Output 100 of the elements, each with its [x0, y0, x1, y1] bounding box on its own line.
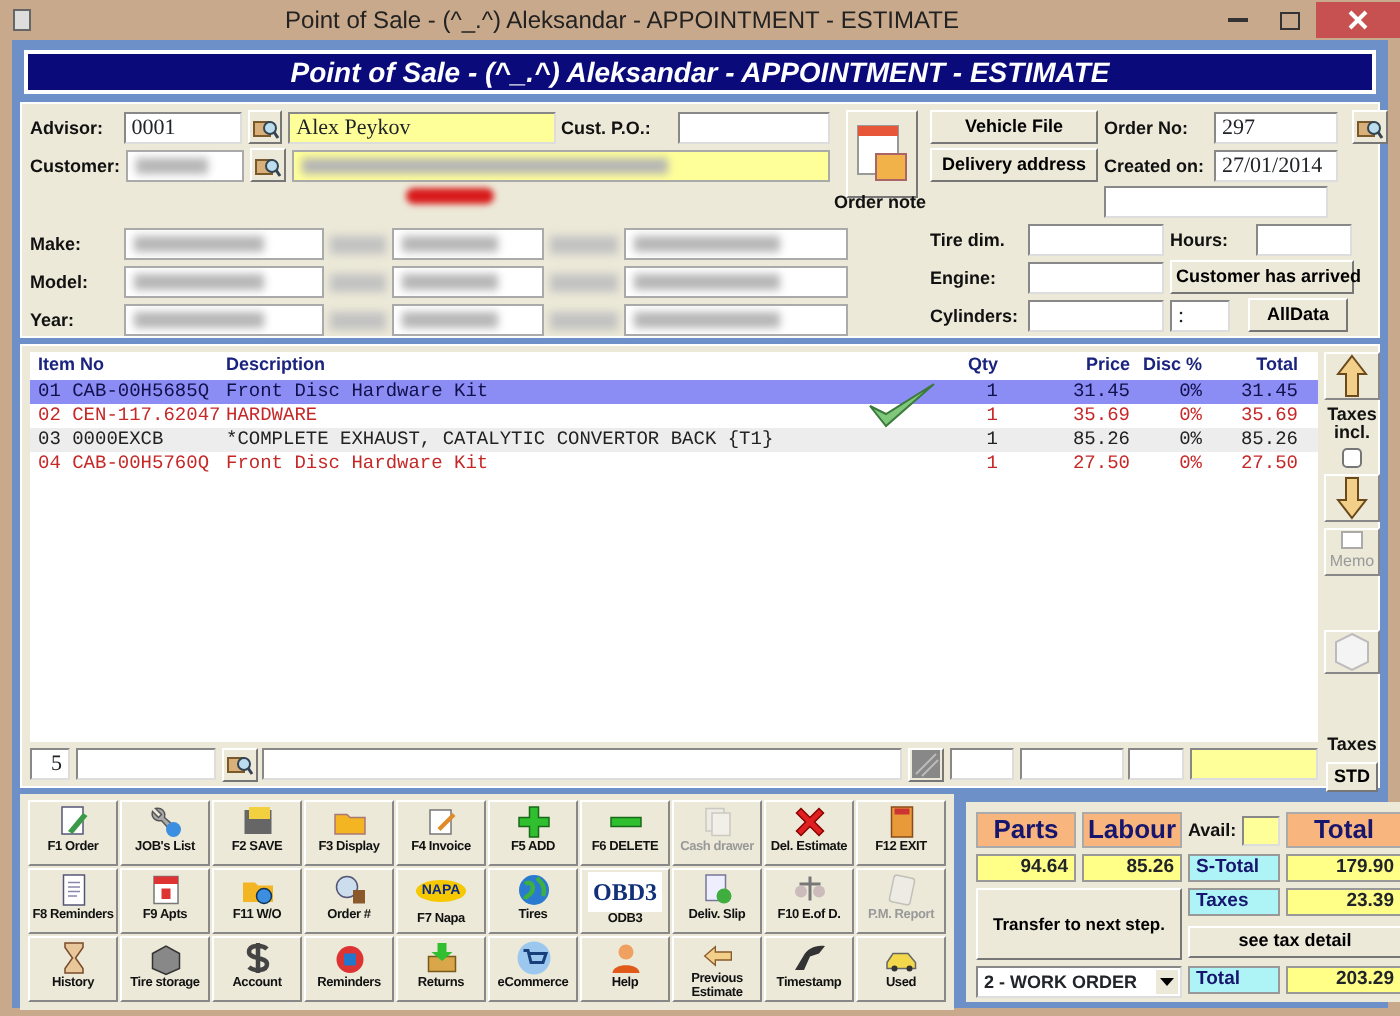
field-label: Tire dim.: [930, 228, 1007, 252]
blurred-field[interactable]: [291, 149, 831, 181]
vehicle-file-button[interactable]: Vehicle File: [930, 110, 1098, 144]
field-label: Cylinders:: [930, 303, 1021, 327]
input-field[interactable]: [949, 748, 1014, 780]
texture-button[interactable]: [908, 747, 944, 781]
lookup-button[interactable]: [221, 747, 257, 781]
advisor-code-field[interactable]: 0001: [123, 111, 242, 143]
order-note-field[interactable]: [1104, 186, 1328, 218]
parts-header: Parts: [976, 812, 1076, 848]
box-arrow-icon: [423, 940, 459, 976]
down-arrow-button[interactable]: [1324, 474, 1380, 522]
column-header: Item No: [36, 352, 107, 379]
column-header: Price: [1083, 352, 1130, 379]
document-pencil-icon: [423, 804, 459, 840]
table-row[interactable]: 03 0000EXCB *COMPLETE EXHAUST, CATALYTIC CONVERTOR BACK {T1} 1 85.26 0% 85.26: [30, 428, 1318, 452]
table-cell-text: 02 CEN-117.62047: [36, 401, 223, 430]
advisor-name-field[interactable]: Alex Peykov: [288, 111, 556, 143]
std-button[interactable]: STD: [1326, 762, 1378, 792]
plus-icon: [515, 804, 551, 840]
field-label: Advisor:: [30, 115, 106, 139]
table-cell-text: 27.50: [1070, 449, 1130, 478]
field-label: Model:: [30, 270, 90, 294]
taxes-incl-label: Taxes incl.: [1325, 406, 1379, 442]
total-header: Total: [1286, 812, 1400, 848]
field-label: Make:: [30, 232, 84, 256]
blurred-field[interactable]: [124, 228, 324, 260]
field-label: Cust. P.O.:: [561, 115, 653, 139]
table-row[interactable]: 01 CAB-00H5685Q Front Disc Hardware Kit 1 31.45 0% 31.45: [30, 380, 1318, 404]
lookup-button[interactable]: [250, 148, 286, 182]
table-cell-text: 35.69: [1070, 401, 1130, 430]
input-field[interactable]: [262, 748, 903, 780]
created-date-field[interactable]: 27/01/2014: [1214, 149, 1338, 181]
total-entry-field[interactable]: [1190, 748, 1318, 780]
table-cell-text: Front Disc Hardware Kit: [226, 449, 491, 478]
window-title: Point of Sale - (^_.^) Aleksandar - APPOINTMENT - ESTIMATE: [283, 4, 961, 38]
table-cell-text: 01 CAB-00H5685Q: [36, 377, 212, 406]
table-cell-text: 31.45: [1070, 377, 1130, 406]
close-button[interactable]: [1316, 2, 1400, 38]
blurred-field[interactable]: [624, 228, 848, 260]
hexagon-button[interactable]: [1324, 630, 1380, 674]
left-arrow-icon: [699, 940, 735, 972]
time-field[interactable]: :: [1170, 299, 1230, 331]
field-label: Order No:: [1104, 115, 1191, 139]
table-cell-text: 1: [984, 401, 998, 430]
delivery-address-button[interactable]: Delivery address: [930, 148, 1098, 182]
table-cell-text: 1: [984, 449, 998, 478]
blurred-field[interactable]: [392, 228, 544, 260]
magnifier-icon: [331, 872, 367, 908]
blurred-field[interactable]: [392, 304, 544, 336]
table-cell-text: 35.69: [1238, 401, 1298, 430]
avail-label: Avail:: [1188, 818, 1237, 842]
transfer-button[interactable]: Transfer to next step.: [976, 888, 1182, 960]
blurred-field[interactable]: [124, 266, 324, 298]
document-pencil-icon: [55, 804, 91, 840]
alldata-button[interactable]: AllData: [1248, 298, 1348, 332]
blurred-label: [330, 235, 386, 253]
lookup-button[interactable]: [1352, 110, 1388, 144]
table-cell-text: 1: [984, 425, 998, 454]
note-icon: [1340, 530, 1364, 550]
table-cell-text: HARDWARE: [226, 401, 320, 430]
input-field[interactable]: [1128, 748, 1185, 780]
table-cell-text: 0%: [1177, 377, 1202, 406]
blurred-field[interactable]: [126, 149, 245, 181]
schedule-button[interactable]: [846, 110, 918, 198]
wrench-icon: [147, 804, 183, 840]
step-dropdown[interactable]: 2 - WORK ORDER: [976, 966, 1182, 998]
blurred-field[interactable]: [624, 304, 848, 336]
input-field[interactable]: [1028, 261, 1164, 293]
blurred-field[interactable]: [392, 266, 544, 298]
input-field[interactable]: [1028, 299, 1164, 331]
hexagon-icon: [1332, 632, 1372, 672]
po-field[interactable]: [677, 111, 830, 143]
order-number-field[interactable]: 297: [1214, 111, 1338, 143]
input-field[interactable]: [75, 748, 216, 780]
blurred-field[interactable]: [124, 304, 324, 336]
line-number-field[interactable]: 5: [30, 748, 70, 780]
blurred-label: [330, 311, 386, 329]
column-header: Qty: [965, 352, 998, 379]
avail-field[interactable]: [1241, 815, 1280, 845]
input-field[interactable]: [1256, 224, 1352, 256]
blurred-label: [330, 273, 386, 291]
field-label: Order note: [834, 190, 929, 214]
tax-detail-button[interactable]: see tax detail: [1188, 925, 1400, 957]
minimize-icon: [1228, 18, 1248, 22]
input-field[interactable]: [1019, 748, 1123, 780]
taxes-label: Taxes: [1188, 888, 1280, 916]
up-arrow-button[interactable]: [1324, 352, 1380, 400]
s-total-label: S-Total: [1188, 854, 1280, 882]
blurred-label: [550, 273, 618, 291]
lookup-button[interactable]: [247, 110, 283, 144]
taxes-checkbox[interactable]: [1342, 448, 1362, 468]
input-field[interactable]: [1028, 224, 1164, 256]
taxes-value: 23.39: [1286, 888, 1400, 916]
table-cell-text: 0%: [1177, 425, 1202, 454]
caret-icon: [1156, 970, 1178, 994]
field-label: Customer:: [30, 153, 121, 177]
magnifier-icon: [225, 752, 253, 776]
blurred-field[interactable]: [624, 266, 848, 298]
s-total-value: 179.90: [1286, 854, 1400, 882]
